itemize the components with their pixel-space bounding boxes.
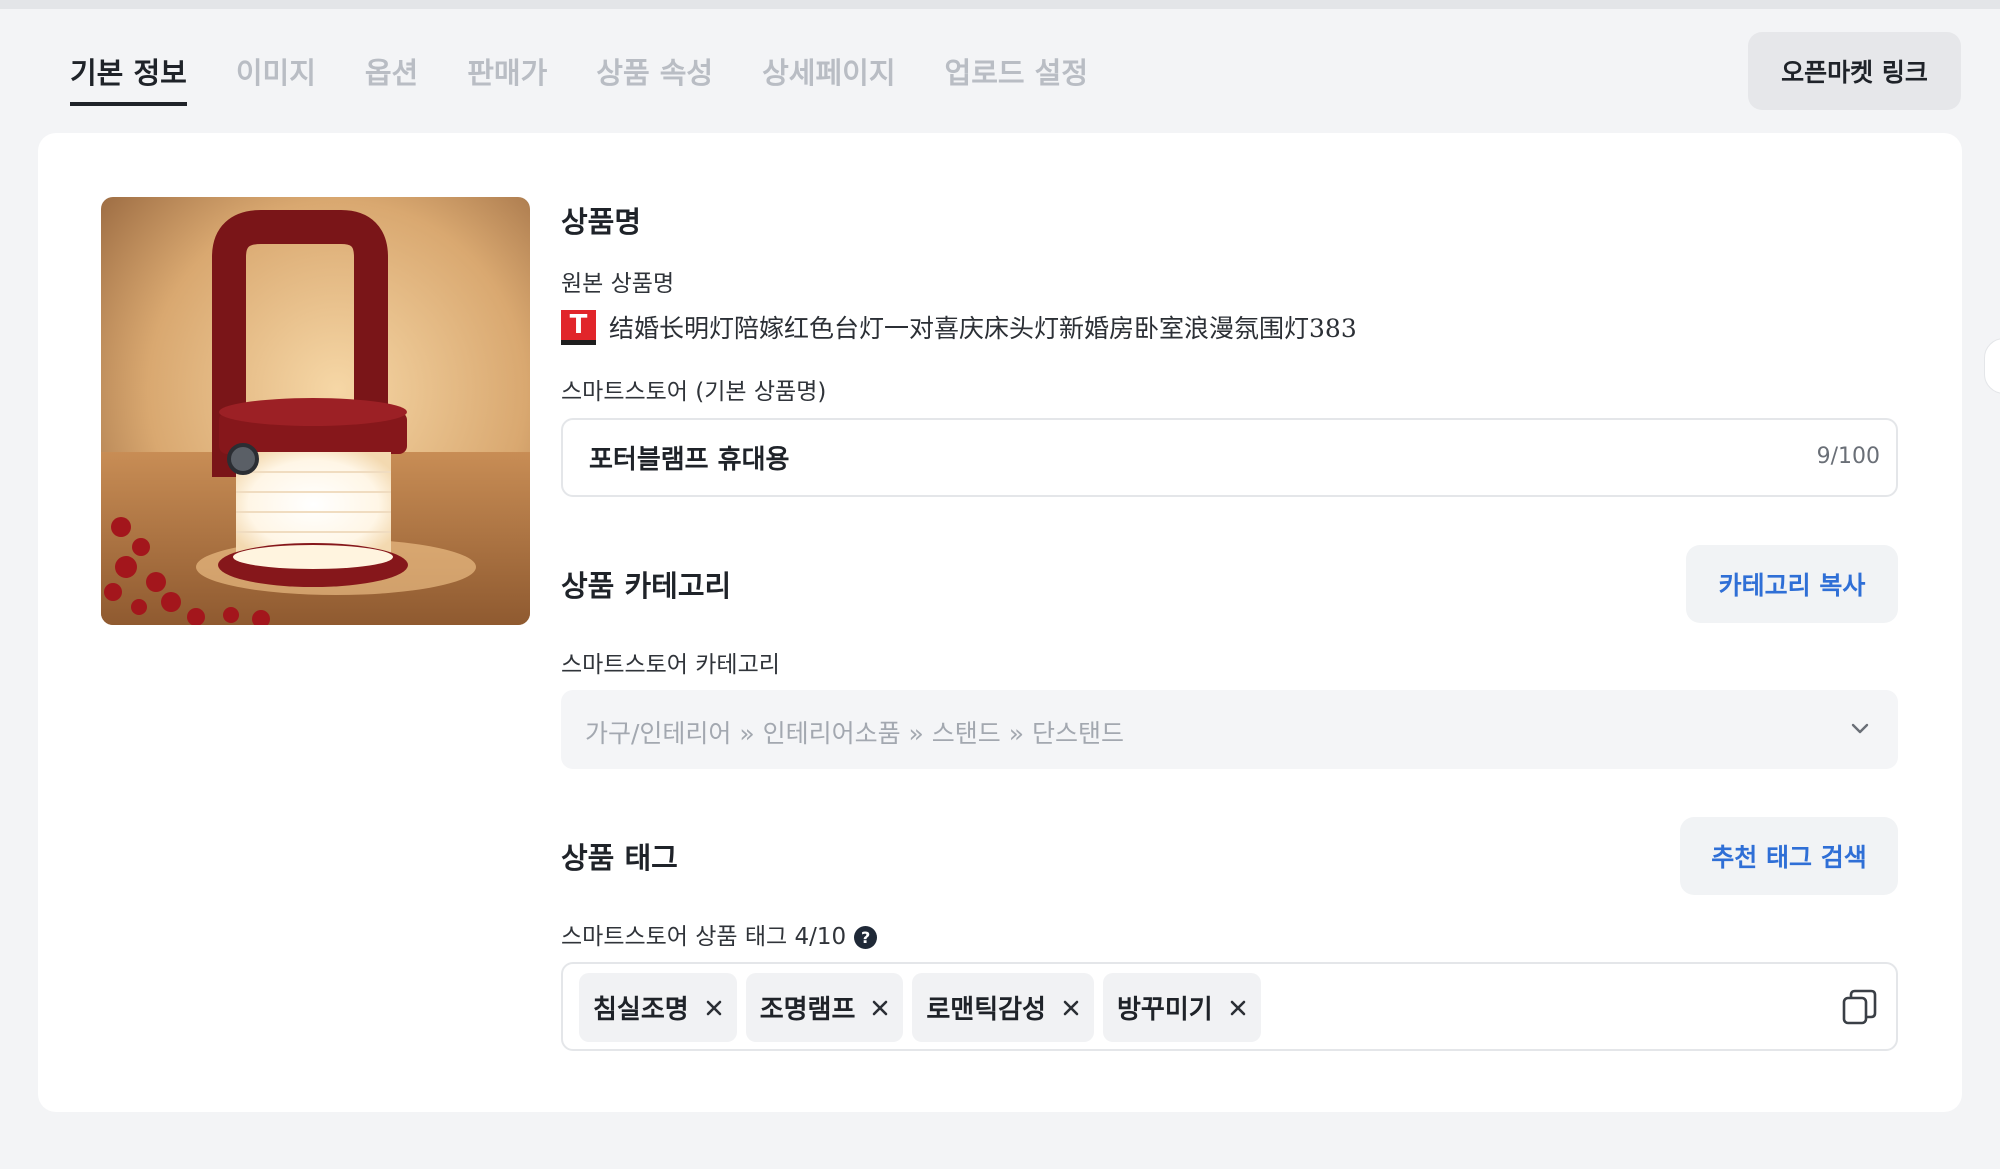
close-icon[interactable] <box>871 999 889 1017</box>
chevron-down-icon <box>1851 723 1869 734</box>
category-path: 가구/인테리어 » 인테리어소품 » 스탠드 » 단스탠드 <box>585 719 1124 748</box>
tag-chip: 조명램프 <box>745 973 904 1042</box>
tag-input-box[interactable]: 침실조명 조명램프 로맨틱감성 방꾸미기 <box>561 962 1898 1051</box>
tag-list: 침실조명 조명램프 로맨틱감성 방꾸미기 <box>579 973 1261 1042</box>
category-title: 상품 카테고리 <box>561 569 732 603</box>
name-char-counter: 9/100 <box>1816 444 1880 469</box>
tab-basic-info[interactable]: 기본 정보 <box>70 50 187 106</box>
smartstore-name-field[interactable]: 9/100 <box>561 418 1898 497</box>
tags-title: 상품 태그 <box>561 841 678 875</box>
lantern-lamp-image <box>101 197 530 625</box>
tag-label: 방꾸미기 <box>1116 995 1213 1025</box>
tab-detail-page[interactable]: 상세페이지 <box>762 50 895 106</box>
recommend-tag-search-button[interactable]: 추천 태그 검색 <box>1680 817 1898 895</box>
smartstore-name-input[interactable] <box>589 420 1739 495</box>
product-name-title: 상품명 <box>561 205 642 239</box>
copy-category-button[interactable]: 카테고리 복사 <box>1686 545 1898 623</box>
tab-attributes[interactable]: 상품 속성 <box>596 50 713 106</box>
tag-chip: 로맨틱감성 <box>912 973 1094 1042</box>
tag-chip: 방꾸미기 <box>1102 973 1261 1042</box>
smartstore-name-label: 스마트스토어 (기본 상품명) <box>561 379 827 405</box>
smartstore-tags-label: 스마트스토어 상품 태그 4/10 <box>561 924 847 950</box>
category-select[interactable]: 가구/인테리어 » 인테리어소품 » 스탠드 » 단스탠드 <box>561 690 1898 769</box>
original-name-text: 结婚长明灯陪嫁红色台灯一对喜庆床头灯新婚房卧室浪漫氛围灯383 <box>609 314 1357 343</box>
smartstore-tags-label-row: 스마트스토어 상품 태그 4/10? <box>561 917 878 951</box>
copy-icon[interactable] <box>1840 988 1878 1026</box>
question-circle-icon[interactable]: ? <box>854 926 878 949</box>
close-icon[interactable] <box>705 999 723 1017</box>
openmarket-link-button[interactable]: 오픈마켓 링크 <box>1748 32 1961 110</box>
smartstore-category-label: 스마트스토어 카테고리 <box>561 652 780 678</box>
side-panel-handle[interactable] <box>1984 338 2000 394</box>
close-icon[interactable] <box>1062 999 1080 1017</box>
tag-chip: 침실조명 <box>579 973 737 1042</box>
original-name-row: T 结婚长明灯陪嫁红色台灯一对喜庆床头灯新婚房卧室浪漫氛围灯383 <box>561 309 1357 345</box>
tag-label: 조명램프 <box>759 995 856 1025</box>
tab-images[interactable]: 이미지 <box>236 50 316 106</box>
tab-bar: 기본 정보 이미지 옵션 판매가 상품 속성 상세페이지 업로드 설정 <box>70 50 1137 106</box>
top-divider <box>0 0 2000 9</box>
product-thumbnail[interactable] <box>101 197 530 625</box>
original-name-label: 원본 상품명 <box>561 271 675 297</box>
tag-label: 로맨틱감성 <box>926 995 1046 1025</box>
tab-upload-settings[interactable]: 업로드 설정 <box>945 50 1089 106</box>
tab-options[interactable]: 옵션 <box>365 50 418 106</box>
tag-label: 침실조명 <box>593 995 689 1025</box>
source-market-badge: T <box>561 309 596 345</box>
tab-price[interactable]: 판매가 <box>467 50 547 106</box>
close-icon[interactable] <box>1229 999 1247 1017</box>
